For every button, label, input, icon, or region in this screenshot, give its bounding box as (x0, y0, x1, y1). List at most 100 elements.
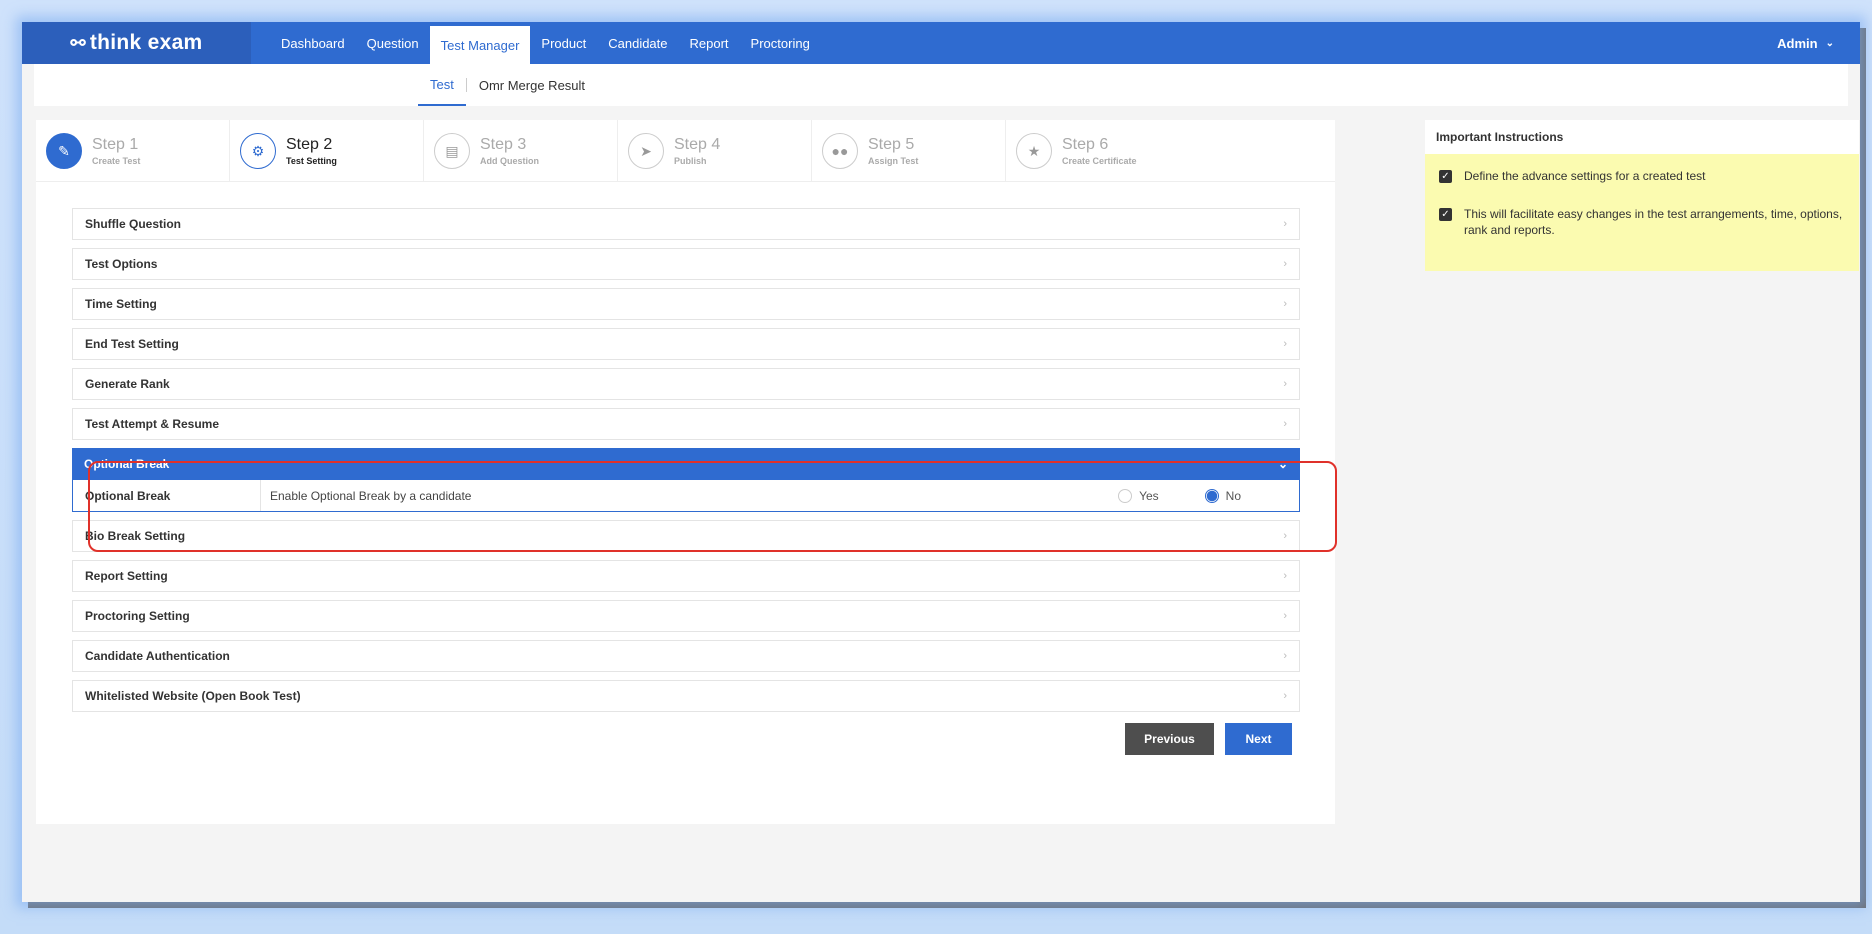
accordion-whitelisted-website[interactable]: Whitelisted Website (Open Book Test) › (72, 680, 1300, 712)
chevron-right-icon: › (1283, 690, 1287, 702)
chevron-right-icon: › (1283, 530, 1287, 542)
accordion-label: Optional Break (84, 457, 170, 471)
document-icon: ▤ (434, 133, 470, 169)
users-icon: ●● (822, 133, 858, 169)
accordion-label: Candidate Authentication (85, 649, 230, 663)
accordion-shuffle-question[interactable]: Shuffle Question › (72, 208, 1300, 240)
user-label: Admin (1777, 35, 1818, 51)
step-6[interactable]: ★ Step 6 Create Certificate (1006, 120, 1200, 182)
main-nav: Dashboard Question Test Manager Product … (270, 22, 821, 64)
optional-break-radio-group: Yes No (1072, 488, 1241, 503)
step-title: Step 2 (286, 136, 333, 153)
radio-no[interactable]: No (1204, 488, 1241, 503)
checkbox-checked-icon: ✓ (1439, 170, 1452, 183)
radio-button[interactable] (1118, 488, 1133, 503)
logo-text: think exam (89, 31, 203, 54)
nav-proctoring[interactable]: Proctoring (740, 22, 821, 64)
accordion-bio-break-setting[interactable]: Bio Break Setting › (72, 520, 1300, 552)
chevron-right-icon: › (1283, 610, 1287, 622)
test-wizard-card: ✎ Step 1 Create Test ⚙ Step 2 Test Setti… (36, 120, 1335, 824)
instructions-body: ✓ Define the advance settings for a crea… (1425, 154, 1859, 271)
step-subtitle: Publish (674, 156, 707, 166)
step-subtitle: Add Question (480, 156, 539, 166)
accordion-label: Report Setting (85, 569, 168, 583)
instruction-item: ✓ Define the advance settings for a crea… (1439, 168, 1845, 184)
accordion-label: Test Options (85, 257, 158, 271)
accordion-optional-break[interactable]: Optional Break ⌄ (72, 448, 1300, 480)
accordion-label: Generate Rank (85, 377, 170, 391)
step-5[interactable]: ●● Step 5 Assign Test (812, 120, 1006, 182)
subtab-test[interactable]: Test (418, 64, 466, 106)
step-subtitle: Test Setting (286, 156, 337, 166)
instructions-panel: Important Instructions ✓ Define the adva… (1425, 120, 1859, 271)
accordion-test-options[interactable]: Test Options › (72, 248, 1300, 280)
brand-logo[interactable]: ⚯ think exam (22, 22, 251, 64)
radio-button[interactable] (1204, 488, 1219, 503)
step-subtitle: Assign Test (868, 156, 919, 166)
chevron-down-icon: ⌄ (1277, 457, 1288, 471)
accordion-time-setting[interactable]: Time Setting › (72, 288, 1300, 320)
instruction-text: Define the advance settings for a create… (1464, 169, 1706, 183)
chevron-right-icon: › (1283, 218, 1287, 230)
step-title: Step 3 (480, 136, 527, 153)
instruction-text: This will facilitate easy changes in the… (1464, 207, 1843, 237)
gear-icon: ⚙ (240, 133, 276, 169)
star-icon: ★ (1016, 133, 1052, 169)
logo-icon: ⚯ (70, 32, 86, 53)
accordion-label: Shuffle Question (85, 217, 181, 231)
step-title: Step 5 (868, 136, 915, 153)
accordion-label: Proctoring Setting (85, 609, 190, 623)
subtab-omr-merge-result[interactable]: Omr Merge Result (467, 64, 597, 106)
chevron-down-icon: ⌄ (1825, 37, 1834, 49)
accordion-report-setting[interactable]: Report Setting › (72, 560, 1300, 592)
top-navbar: ⚯ think exam Dashboard Question Test Man… (22, 22, 1860, 64)
wizard-buttons: Previous Next (1125, 723, 1292, 755)
nav-question[interactable]: Question (356, 22, 430, 64)
user-menu[interactable]: Admin ⌄ (1777, 22, 1834, 64)
instruction-item: ✓ This will facilitate easy changes in t… (1439, 206, 1845, 238)
instructions-title: Important Instructions (1436, 130, 1564, 144)
app-window: ⚯ think exam Dashboard Question Test Man… (22, 22, 1860, 902)
step-4[interactable]: ➤ Step 4 Publish (618, 120, 812, 182)
step-3[interactable]: ▤ Step 3 Add Question (424, 120, 618, 182)
checkbox-checked-icon: ✓ (1439, 208, 1452, 221)
setting-description: Enable Optional Break by a candidate (270, 488, 472, 503)
rocket-icon: ➤ (628, 133, 664, 169)
radio-label: No (1225, 488, 1241, 503)
accordion-end-test-setting[interactable]: End Test Setting › (72, 328, 1300, 360)
accordion-label: Time Setting (85, 297, 157, 311)
setting-label: Optional Break (73, 480, 261, 511)
accordion-label: Test Attempt & Resume (85, 417, 220, 431)
nav-dashboard[interactable]: Dashboard (270, 22, 356, 64)
chevron-right-icon: › (1283, 570, 1287, 582)
step-1[interactable]: ✎ Step 1 Create Test (36, 120, 230, 182)
settings-accordion: Shuffle Question › Test Options › Time S… (72, 208, 1300, 720)
accordion-candidate-authentication[interactable]: Candidate Authentication › (72, 640, 1300, 672)
nav-product[interactable]: Product (530, 22, 597, 64)
nav-candidate[interactable]: Candidate (597, 22, 678, 64)
nav-test-manager[interactable]: Test Manager (429, 26, 531, 64)
pencil-icon: ✎ (46, 133, 82, 169)
step-subtitle: Create Certificate (1062, 156, 1137, 166)
accordion-generate-rank[interactable]: Generate Rank › (72, 368, 1300, 400)
accordion-proctoring-setting[interactable]: Proctoring Setting › (72, 600, 1300, 632)
accordion-label: Whitelisted Website (Open Book Test) (85, 689, 301, 703)
step-title: Step 4 (674, 136, 721, 153)
chevron-right-icon: › (1283, 378, 1287, 390)
step-title: Step 6 (1062, 136, 1109, 153)
chevron-right-icon: › (1283, 650, 1287, 662)
accordion-label: Bio Break Setting (85, 529, 186, 543)
previous-button[interactable]: Previous (1125, 723, 1214, 755)
radio-yes[interactable]: Yes (1118, 488, 1159, 503)
step-2[interactable]: ⚙ Step 2 Test Setting (230, 120, 424, 182)
accordion-label: End Test Setting (85, 337, 179, 351)
accordion-test-attempt-resume[interactable]: Test Attempt & Resume › (72, 408, 1300, 440)
chevron-right-icon: › (1283, 298, 1287, 310)
next-button[interactable]: Next (1225, 723, 1292, 755)
chevron-right-icon: › (1283, 338, 1287, 350)
sub-navbar: Test Omr Merge Result (34, 64, 1848, 106)
step-subtitle: Create Test (92, 156, 141, 166)
nav-report[interactable]: Report (679, 22, 740, 64)
chevron-right-icon: › (1283, 258, 1287, 270)
step-title: Step 1 (92, 136, 139, 153)
